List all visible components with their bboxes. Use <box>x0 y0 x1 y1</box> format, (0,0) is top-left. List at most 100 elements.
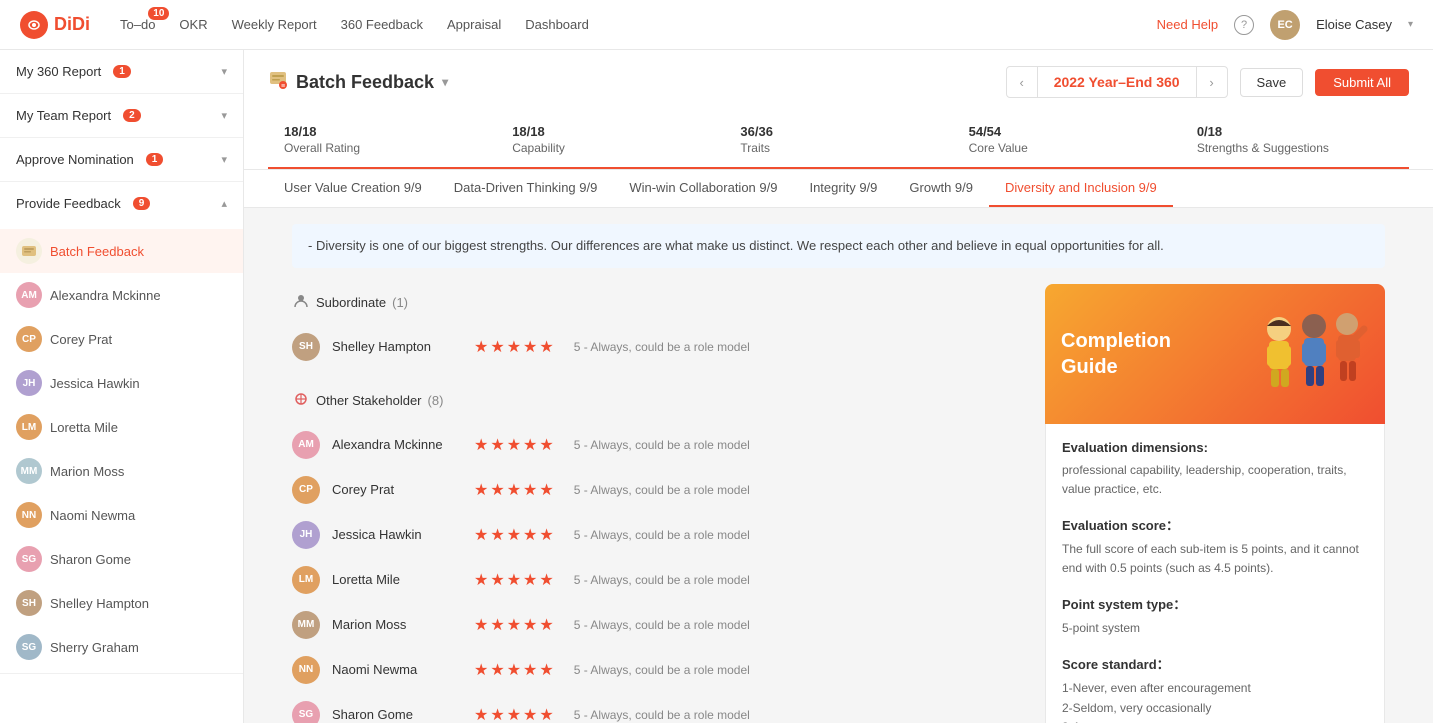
sidebar-section-approve: Approve Nomination 1 ▾ <box>0 138 243 182</box>
year-prev-button[interactable]: ‹ <box>1006 66 1038 98</box>
star-1[interactable]: ★ <box>474 570 488 590</box>
tab-user-value[interactable]: User Value Creation 9/9 <box>268 170 438 207</box>
user-name[interactable]: Eloise Casey <box>1316 17 1392 32</box>
stat-label-core: Core Value <box>969 141 1165 155</box>
sidebar-item-batch-feedback[interactable]: Batch Feedback <box>0 229 243 273</box>
stat-value-overall: 18/18 <box>284 124 480 139</box>
star-4[interactable]: ★ <box>523 337 537 357</box>
stars-stakeholder-0[interactable]: ★ ★ ★ ★ ★ <box>474 435 554 455</box>
star-3[interactable]: ★ <box>507 570 521 590</box>
sidebar-item-corey[interactable]: CP Corey Prat <box>0 317 243 361</box>
stars-stakeholder-4[interactable]: ★ ★ ★ ★ ★ <box>474 615 554 635</box>
stars-stakeholder-6[interactable]: ★ ★ ★ ★ ★ <box>474 705 554 723</box>
star-5[interactable]: ★ <box>539 660 553 680</box>
person-name-stakeholder-0: Alexandra Mckinne <box>332 437 462 452</box>
star-4[interactable]: ★ <box>523 660 537 680</box>
star-2[interactable]: ★ <box>490 480 504 500</box>
star-5[interactable]: ★ <box>539 337 553 357</box>
sidebar-item-alexandra[interactable]: AM Alexandra Mckinne <box>0 273 243 317</box>
nav-okr[interactable]: OKR <box>179 13 207 36</box>
need-help-link[interactable]: Need Help <box>1157 17 1218 32</box>
star-3[interactable]: ★ <box>507 525 521 545</box>
sidebar-item-loretta[interactable]: LM Loretta Mile <box>0 405 243 449</box>
banner-text: - Diversity is one of our biggest streng… <box>308 238 1164 253</box>
tab-win-win[interactable]: Win-win Collaboration 9/9 <box>613 170 793 207</box>
star-4[interactable]: ★ <box>523 570 537 590</box>
star-5[interactable]: ★ <box>539 435 553 455</box>
sidebar-header-provide-feedback[interactable]: Provide Feedback 9 ▴ <box>0 182 243 225</box>
star-1[interactable]: ★ <box>474 660 488 680</box>
star-1[interactable]: ★ <box>474 435 488 455</box>
sidebar-item-label-corey: Corey Prat <box>50 332 112 347</box>
star-3[interactable]: ★ <box>507 337 521 357</box>
stars-stakeholder-2[interactable]: ★ ★ ★ ★ ★ <box>474 525 554 545</box>
person-name-stakeholder-5: Naomi Newma <box>332 662 462 677</box>
nav-weekly[interactable]: Weekly Report <box>232 13 317 36</box>
stars-shelley-sub[interactable]: ★ ★ ★ ★ ★ <box>474 337 554 357</box>
tab-diversity[interactable]: Diversity and Inclusion 9/9 <box>989 170 1173 207</box>
save-button[interactable]: Save <box>1240 68 1304 97</box>
tab-data-driven[interactable]: Data-Driven Thinking 9/9 <box>438 170 614 207</box>
star-4[interactable]: ★ <box>523 480 537 500</box>
star-3[interactable]: ★ <box>507 615 521 635</box>
star-5[interactable]: ★ <box>539 480 553 500</box>
avatar-marion: MM <box>16 458 42 484</box>
sidebar-item-sherry[interactable]: SG Sherry Graham <box>0 625 243 669</box>
star-3[interactable]: ★ <box>507 660 521 680</box>
star-1[interactable]: ★ <box>474 615 488 635</box>
star-2[interactable]: ★ <box>490 570 504 590</box>
person-row-stakeholder-2: JH Jessica Hawkin ★ ★ ★ ★ ★ 5 - Always, … <box>292 513 1021 558</box>
star-1[interactable]: ★ <box>474 480 488 500</box>
user-chevron-icon[interactable]: ▾ <box>1408 19 1413 30</box>
submit-all-button[interactable]: Submit All <box>1315 69 1409 96</box>
nav-dashboard[interactable]: Dashboard <box>525 13 589 36</box>
nav-360[interactable]: 360 Feedback <box>341 13 423 36</box>
star-2[interactable]: ★ <box>490 435 504 455</box>
sidebar-item-marion[interactable]: MM Marion Moss <box>0 449 243 493</box>
star-4[interactable]: ★ <box>523 435 537 455</box>
year-next-button[interactable]: › <box>1196 66 1228 98</box>
sidebar-item-sharon[interactable]: SG Sharon Gome <box>0 537 243 581</box>
stakeholder-count: (8) <box>428 393 444 408</box>
batch-feedback-dropdown-icon[interactable]: ▾ <box>442 75 448 89</box>
sidebar-header-approve[interactable]: Approve Nomination 1 ▾ <box>0 138 243 181</box>
sidebar-header-team-report[interactable]: My Team Report 2 ▾ <box>0 94 243 137</box>
tab-integrity[interactable]: Integrity 9/9 <box>793 170 893 207</box>
other-stakeholder-section-title: Other Stakeholder (8) <box>292 382 1021 423</box>
sidebar-header-360-report[interactable]: My 360 Report 1 ▾ <box>0 50 243 93</box>
star-2[interactable]: ★ <box>490 615 504 635</box>
star-1[interactable]: ★ <box>474 525 488 545</box>
star-4[interactable]: ★ <box>523 615 537 635</box>
star-4[interactable]: ★ <box>523 525 537 545</box>
star-1[interactable]: ★ <box>474 337 488 357</box>
star-5[interactable]: ★ <box>539 705 553 723</box>
star-3[interactable]: ★ <box>507 435 521 455</box>
user-avatar: EC <box>1270 10 1300 40</box>
sidebar-item-naomi[interactable]: NN Naomi Newma <box>0 493 243 537</box>
stars-stakeholder-1[interactable]: ★ ★ ★ ★ ★ <box>474 480 554 500</box>
help-icon[interactable]: ? <box>1234 15 1254 35</box>
sidebar-item-jessica[interactable]: JH Jessica Hawkin <box>0 361 243 405</box>
page-title: ≡ Batch Feedback ▾ <box>268 70 448 95</box>
star-5[interactable]: ★ <box>539 525 553 545</box>
sidebar: My 360 Report 1 ▾ My Team Report 2 ▾ App… <box>0 50 244 723</box>
star-2[interactable]: ★ <box>490 525 504 545</box>
star-3[interactable]: ★ <box>507 480 521 500</box>
star-5[interactable]: ★ <box>539 570 553 590</box>
nav-todo[interactable]: To–do 10 <box>120 13 155 36</box>
person-name-stakeholder-2: Jessica Hawkin <box>332 527 462 542</box>
guide-section-title-1: Evaluation score： <box>1062 515 1368 534</box>
star-2[interactable]: ★ <box>490 660 504 680</box>
stars-stakeholder-5[interactable]: ★ ★ ★ ★ ★ <box>474 660 554 680</box>
logo[interactable]: DiDi <box>20 11 90 39</box>
star-3[interactable]: ★ <box>507 705 521 723</box>
tab-growth[interactable]: Growth 9/9 <box>893 170 989 207</box>
sidebar-item-shelley[interactable]: SH Shelley Hampton <box>0 581 243 625</box>
stars-stakeholder-3[interactable]: ★ ★ ★ ★ ★ <box>474 570 554 590</box>
star-1[interactable]: ★ <box>474 705 488 723</box>
star-4[interactable]: ★ <box>523 705 537 723</box>
star-2[interactable]: ★ <box>490 705 504 723</box>
star-2[interactable]: ★ <box>490 337 504 357</box>
nav-appraisal[interactable]: Appraisal <box>447 13 501 36</box>
star-5[interactable]: ★ <box>539 615 553 635</box>
